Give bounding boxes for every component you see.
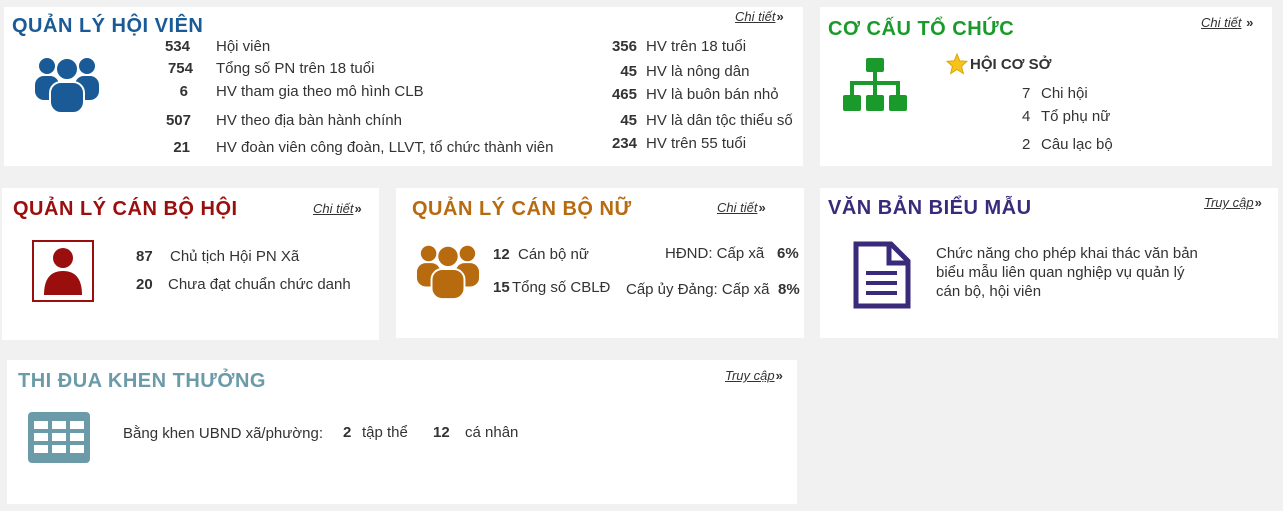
users-icon: [416, 244, 480, 300]
stat-value: 2: [343, 424, 352, 441]
card-can-bo-hoi: QUẢN LÝ CÁN BỘ HỘI Chi tiết» 87 Chủ tịch…: [2, 188, 379, 340]
description-line: cán bộ, hội viên: [936, 283, 1042, 300]
stat-value: 20: [136, 276, 153, 293]
card-hoi-vien: QUẢN LÝ HỘI VIÊN Chi tiết» 534 Hội viên …: [4, 7, 803, 166]
stat-label: Cán bộ nữ: [518, 246, 589, 263]
stat-label: HV là nông dân: [646, 63, 750, 80]
stat-value: 8%: [778, 281, 800, 298]
card-title: THI ĐUA KHEN THƯỞNG: [18, 370, 266, 392]
card-title: QUẢN LÝ HỘI VIÊN: [12, 15, 204, 37]
chi-tiet-link[interactable]: Chi tiết»: [735, 9, 784, 24]
stat-label: Chủ tịch Hội PN Xã: [170, 248, 300, 265]
stat-label: Tổng số PN trên 18 tuổi: [216, 60, 375, 77]
stat-label: Chi hội: [1041, 85, 1088, 102]
stat-label: Bằng khen UBND xã/phường:: [123, 425, 323, 442]
double-chevron-right-icon: »: [1242, 15, 1254, 30]
stat-value: 6%: [777, 245, 799, 262]
stat-label: Hội viên: [216, 38, 271, 55]
card-title: CƠ CẤU TỔ CHỨC: [828, 18, 1015, 40]
stat-label: tập thể: [362, 424, 408, 441]
stat-label: HV trên 18 tuổi: [646, 38, 747, 55]
stat-label: HV là buôn bán nhỏ: [646, 86, 779, 103]
double-chevron-right-icon: »: [354, 201, 362, 216]
stat-label: HV là dân tộc thiểu số: [646, 112, 793, 129]
truy-cap-link[interactable]: Truy cập»: [1204, 195, 1262, 210]
stat-label: HĐND: Cấp xã: [665, 245, 765, 262]
stat-label: Tổng số CBLĐ: [512, 279, 611, 296]
card-title: QUẢN LÝ CÁN BỘ HỘI: [13, 198, 238, 220]
stat-value: 12: [493, 246, 510, 263]
description-line: biểu mẫu liên quan nghiệp vụ quản lý: [936, 264, 1185, 281]
stat-value: 234: [611, 135, 637, 152]
card-van-ban: VĂN BẢN BIỂU MẪU Truy cập» Chức năng cho…: [820, 188, 1278, 338]
stat-value: 6: [179, 83, 188, 100]
stat-label: Câu lạc bộ: [1041, 136, 1113, 153]
section-subtitle: HỘI CƠ SỞ: [970, 56, 1052, 73]
chi-tiet-link[interactable]: Chi tiết»: [313, 201, 362, 216]
star-icon: [946, 53, 968, 75]
stat-label: Tổ phụ nữ: [1041, 108, 1111, 125]
truy-cap-link[interactable]: Truy cập»: [725, 368, 783, 383]
stat-value: 4: [1022, 108, 1031, 125]
stat-label: HV đoàn viên công đoàn, LLVT, tổ chức th…: [216, 139, 554, 156]
card-title: QUẢN LÝ CÁN BỘ NỮ: [412, 198, 632, 220]
stat-value: 15: [493, 279, 510, 296]
double-chevron-right-icon: »: [1254, 195, 1262, 210]
stat-value: 45: [620, 63, 637, 80]
stat-label: HV trên 55 tuổi: [646, 135, 747, 152]
double-chevron-right-icon: »: [776, 9, 784, 24]
double-chevron-right-icon: »: [758, 200, 766, 215]
users-icon: [35, 57, 99, 113]
stat-value: 2: [1022, 136, 1031, 153]
stat-value: 12: [433, 424, 450, 441]
card-can-bo-nu: QUẢN LÝ CÁN BỘ NỮ Chi tiết» 12 Cán bộ nữ…: [396, 188, 804, 338]
stat-value: 7: [1022, 85, 1031, 102]
stat-value: 356: [611, 38, 637, 55]
card-title: VĂN BẢN BIỂU MẪU: [828, 197, 1032, 219]
stat-value: 45: [620, 112, 637, 129]
stat-label: HV tham gia theo mô hình CLB: [216, 83, 424, 100]
chi-tiet-link[interactable]: Chi tiết »: [1201, 15, 1253, 30]
user-icon: [32, 240, 94, 302]
stat-value: 87: [136, 248, 153, 265]
stat-value: 507: [165, 112, 191, 129]
stat-label: Cấp ủy Đảng: Cấp xã: [626, 281, 770, 298]
card-co-cau: CƠ CẤU TỔ CHỨC Chi tiết » HỘI CƠ SỞ 7 Ch…: [820, 7, 1272, 166]
stat-value: 21: [173, 139, 190, 156]
stat-value: 465: [611, 86, 637, 103]
description-line: Chức năng cho phép khai thác văn bản: [936, 245, 1198, 262]
stat-value: 754: [167, 60, 193, 77]
stat-label: Chưa đạt chuẩn chức danh: [168, 276, 351, 293]
double-chevron-right-icon: »: [775, 368, 783, 383]
document-icon: [853, 241, 911, 309]
chi-tiet-link[interactable]: Chi tiết»: [717, 200, 766, 215]
table-icon: [28, 412, 90, 463]
stat-label: HV theo địa bàn hành chính: [216, 112, 402, 129]
org-chart-icon: [843, 58, 907, 111]
stat-label: cá nhân: [465, 424, 519, 441]
card-thi-dua: THI ĐUA KHEN THƯỞNG Truy cập» Bằng khen …: [7, 360, 797, 504]
stat-value: 534: [164, 38, 190, 55]
